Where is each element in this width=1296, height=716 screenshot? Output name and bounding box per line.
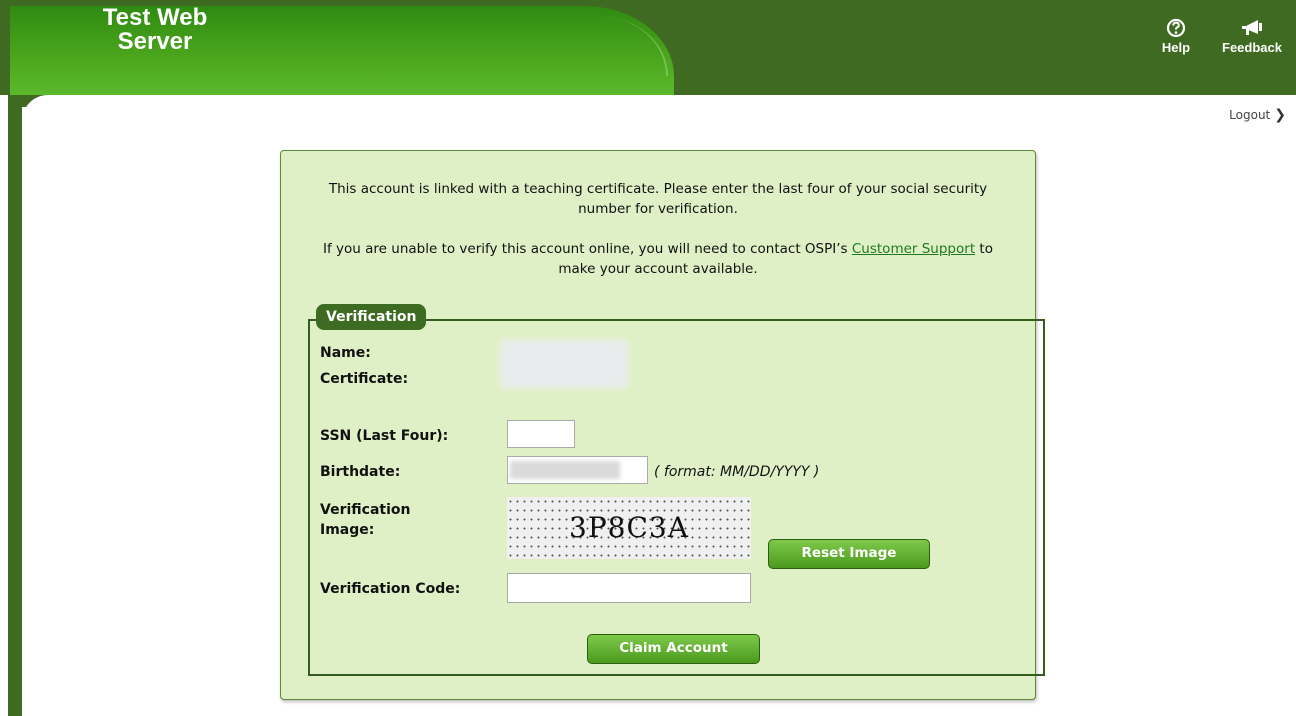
verification-code-label: Verification Code:	[320, 581, 461, 597]
chevron-right-icon: ❯	[1274, 107, 1286, 123]
help-label: Help	[1161, 40, 1191, 55]
intro-paragraph-2: If you are unable to verify this account…	[313, 239, 1003, 279]
brand-line-1: Test Web	[102, 4, 208, 31]
app-header: Test Web Server Help Feedback	[0, 0, 1296, 95]
birthdate-label: Birthdate:	[320, 464, 401, 480]
intro-text: This account is linked with a teaching c…	[281, 179, 1035, 299]
birthdate-format-hint: ( format: MM/DD/YYYY )	[654, 464, 820, 480]
verification-image-label-line1: Verification	[320, 502, 411, 518]
brand-line-2: Server	[117, 28, 193, 55]
verification-code-input[interactable]	[507, 573, 751, 603]
intro-paragraph-1: This account is linked with a teaching c…	[328, 181, 988, 217]
logout-label: Logout	[1229, 108, 1271, 122]
ssn-label: SSN (Last Four):	[320, 428, 449, 444]
megaphone-icon	[1214, 18, 1290, 40]
captcha-image: 3P8C3A	[507, 497, 751, 559]
reset-image-button[interactable]: Reset Image	[768, 539, 930, 569]
customer-support-link[interactable]: Customer Support	[852, 241, 975, 257]
redacted-birthdate-value	[510, 461, 620, 479]
intro-paragraph-2-text: If you are unable to verify this account…	[323, 241, 848, 257]
redacted-name-value	[500, 340, 628, 388]
claim-account-button[interactable]: Claim Account	[587, 634, 760, 664]
logout-link[interactable]: Logout ❯	[1229, 107, 1286, 123]
brand-title: Test Web Server	[80, 6, 230, 54]
verification-image-label: Verification Image:	[320, 500, 410, 540]
feedback-button[interactable]: Feedback	[1214, 18, 1290, 55]
ssn-input[interactable]	[507, 420, 575, 448]
verification-legend: Verification	[316, 304, 427, 330]
verification-image-label-line2: Image:	[320, 522, 375, 538]
content-frame-left	[8, 95, 22, 716]
help-button[interactable]: Help	[1156, 18, 1196, 55]
help-circle-icon	[1156, 18, 1196, 40]
feedback-label: Feedback	[1222, 40, 1282, 55]
name-label: Name:	[320, 345, 371, 361]
certificate-label: Certificate:	[320, 371, 409, 387]
